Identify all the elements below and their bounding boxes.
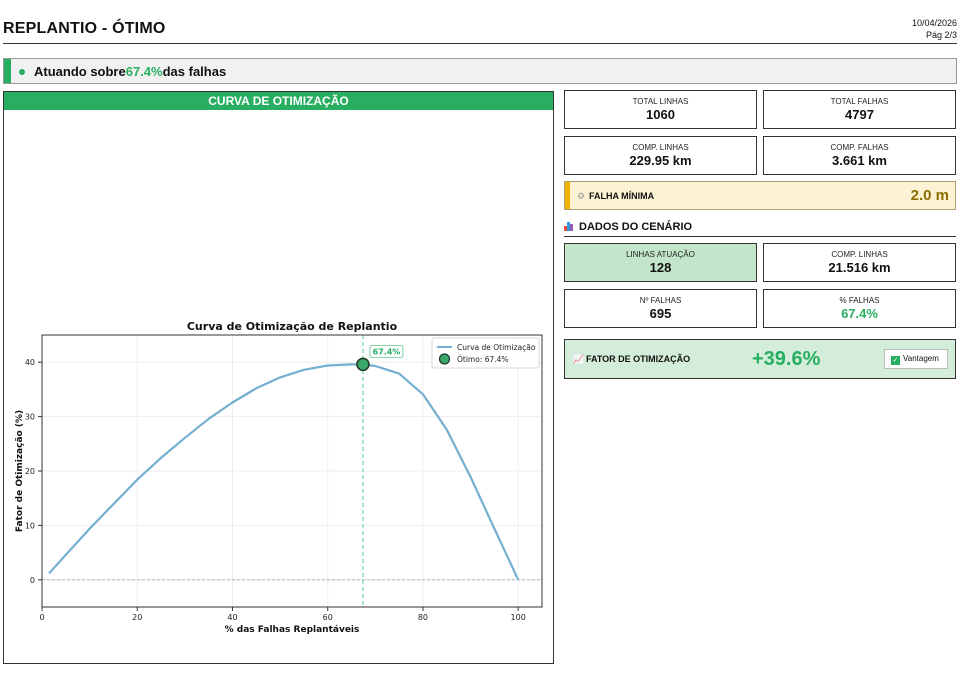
card-scenario-comp-linhas: COMP. LINHAS 21.516 km — [763, 243, 956, 282]
falha-minima-label: FALHA MÍNIMA — [589, 191, 655, 201]
y-tick-label: 20 — [25, 467, 35, 476]
y-axis-label: Fator de Otimização (%) — [15, 410, 25, 532]
card-label: TOTAL LINHAS — [632, 97, 689, 106]
card-pct-falhas: % FALHAS 67.4% — [763, 289, 956, 328]
falha-minima-value: 2.0 m — [910, 187, 949, 204]
banner-accent-bar — [4, 59, 11, 83]
banner-percent: 67.4% — [125, 64, 163, 79]
card-value: 4797 — [845, 107, 874, 122]
series-line-curva — [48, 363, 520, 581]
page-title: REPLANTIO - ÓTIMO — [3, 20, 166, 37]
chart-title: Curva de Otimização de Replantio — [187, 320, 398, 333]
fator-label: FATOR DE OTIMIZAÇÃO — [586, 354, 691, 364]
chart-panel: CURVA DE OTIMIZAÇÃO 0 20 40 60 80 100 0 10 20 30 4… — [3, 91, 554, 664]
y-tick-label: 30 — [25, 413, 35, 422]
y-tick-label: 40 — [25, 358, 35, 367]
card-linhas-atuacao: LINHAS ATUAÇÃO 128 — [564, 243, 757, 282]
card-value: 695 — [649, 306, 672, 321]
scenario-title-text: DADOS DO CENÁRIO — [579, 221, 693, 233]
card-comp-falhas: COMP. FALHAS 3.661 km — [763, 136, 956, 175]
falha-accent-bar — [565, 182, 570, 209]
vantagem-label: Vantagem — [903, 354, 939, 363]
y-tick-label: 10 — [25, 521, 35, 530]
card-value: 128 — [649, 260, 672, 275]
fator-value: +39.6% — [752, 348, 821, 370]
optimization-chart: 0 20 40 60 80 100 0 10 20 30 40 Curva de Otimização… — [15, 320, 543, 635]
banner-prefix: Atuando sobre — [34, 64, 126, 79]
chart-panel-header: CURVA DE OTIMIZAÇÃO — [4, 92, 553, 110]
card-value: 21.516 km — [828, 260, 891, 275]
page-header: REPLANTIO - ÓTIMO 10/04/2026 Pág 2/3 — [3, 14, 957, 44]
card-label: TOTAL FALHAS — [830, 97, 889, 106]
legend-entry-otimo: Ótimo: 67.4% — [457, 355, 509, 364]
card-value: 229.95 km — [629, 153, 692, 168]
x-tick-label: 40 — [227, 613, 237, 622]
fator-otimizacao-box: 📈 FATOR DE OTIMIZAÇÃO +39.6% ✓ Vantagem — [564, 339, 956, 379]
legend-entry-curva: Curva de Otimização — [457, 343, 536, 352]
legend-marker-swatch — [438, 353, 451, 365]
card-value: 3.661 km — [832, 153, 887, 168]
card-label: COMP. LINHAS — [831, 250, 888, 259]
card-comp-linhas: COMP. LINHAS 229.95 km — [564, 136, 757, 175]
card-n-falhas: Nº FALHAS 695 — [564, 289, 757, 328]
x-tick-label: 20 — [132, 613, 142, 622]
card-total-falhas: TOTAL FALHAS 4797 — [763, 90, 956, 129]
optimum-point — [356, 357, 370, 372]
page-number: Pág 2/3 — [925, 30, 957, 40]
check-icon: ✓ — [891, 356, 900, 365]
x-axis-label: % das Falhas Replantáveis — [225, 625, 360, 635]
vantagem-badge: ✓ Vantagem — [884, 349, 948, 369]
scenario-section-title: DADOS DO CENÁRIO — [564, 221, 956, 237]
banner-suffix: das falhas — [162, 64, 227, 79]
card-label: COMP. LINHAS — [632, 143, 689, 152]
card-label: LINHAS ATUAÇÃO — [626, 250, 695, 259]
x-tick-label: 80 — [418, 613, 428, 622]
x-tick-label: 0 — [39, 613, 44, 622]
card-label: Nº FALHAS — [639, 296, 682, 305]
report-date: 10/04/2026 — [911, 18, 957, 28]
x-tick-label: 100 — [511, 613, 526, 622]
falha-minima-box: ⚙ FALHA MÍNIMA 2.0 m — [564, 181, 956, 210]
card-label: COMP. FALHAS — [830, 143, 889, 152]
status-banner: Atuando sobre67.4%das falhas — [3, 58, 957, 84]
card-label: % FALHAS — [839, 296, 880, 305]
card-value: 1060 — [646, 107, 675, 122]
bar-chart-icon — [564, 221, 574, 231]
trend-up-icon: 📈 — [573, 354, 585, 364]
page-meta: 10/04/2026 Pág 2/3 — [912, 17, 957, 41]
y-tick-label: 0 — [30, 576, 35, 585]
bullet-icon — [19, 69, 25, 75]
banner-text: Atuando sobre67.4%das falhas — [34, 64, 226, 79]
x-tick-label: 60 — [323, 613, 333, 622]
gear-icon: ⚙ — [577, 191, 586, 201]
card-value: 67.4% — [841, 306, 878, 321]
card-total-linhas: TOTAL LINHAS 1060 — [564, 90, 757, 129]
optimum-annotation-label: 67.4% — [373, 347, 401, 356]
